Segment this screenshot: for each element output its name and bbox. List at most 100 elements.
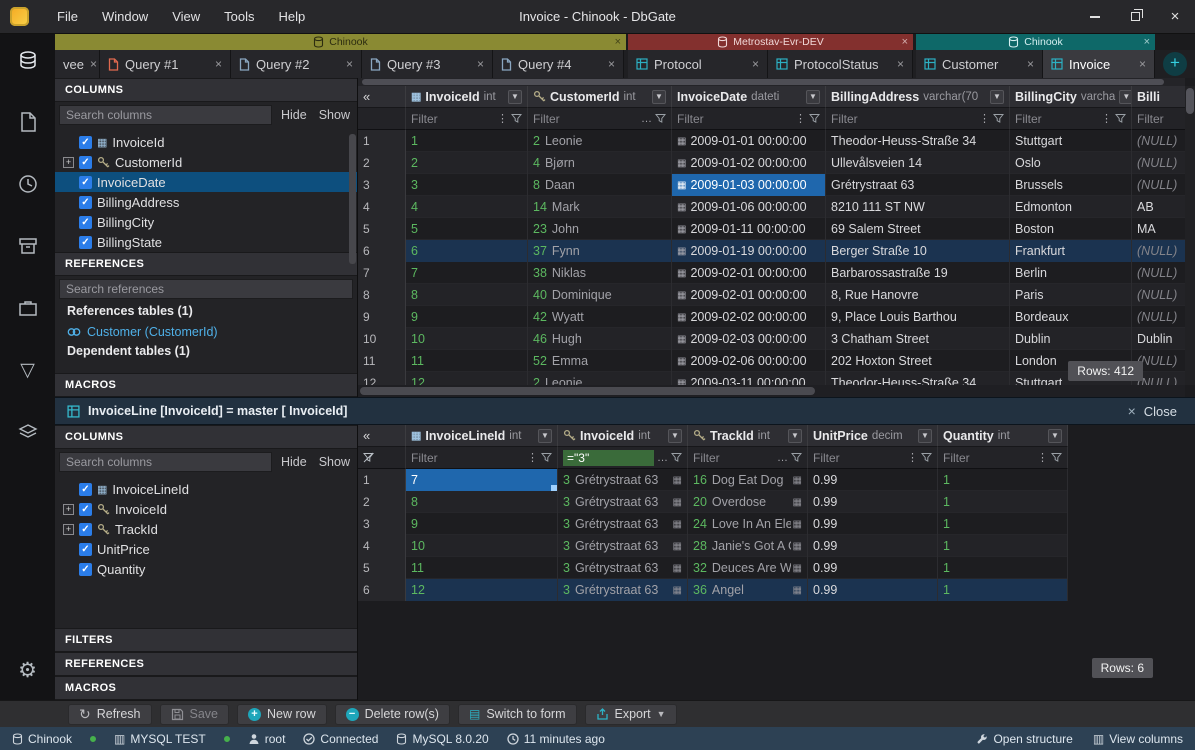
macros-section-header[interactable]: MACROS — [55, 373, 357, 397]
cell-billi[interactable]: MA — [1132, 218, 1185, 240]
menu-file[interactable]: File — [47, 5, 88, 28]
tree-item-invoicelineid[interactable]: + ✓ ▦ InvoiceLineId — [55, 479, 357, 499]
filters-section-header[interactable]: FILTERS — [55, 628, 357, 652]
cell-unitprice[interactable]: 0.99 — [808, 513, 938, 535]
cell-billingcity[interactable]: Paris — [1010, 284, 1132, 306]
tab-protocol[interactable]: Protocol × — [628, 50, 768, 78]
cell-billi[interactable]: AB — [1132, 196, 1185, 218]
reference-link-customer[interactable]: Customer (CustomerId) — [55, 322, 357, 342]
view-columns-button[interactable]: ▥ View columns — [1093, 732, 1183, 746]
open-reference-icon[interactable]: ▦ — [673, 497, 682, 508]
tree-item-trackid[interactable]: + ✓ TrackId — [55, 519, 357, 539]
show-columns-button[interactable]: Show — [316, 453, 353, 471]
checkbox-checked-icon[interactable]: ✓ — [79, 176, 92, 189]
row-number[interactable]: 9 — [358, 306, 406, 328]
cell-billingcity[interactable]: Frankfurt — [1010, 240, 1132, 262]
cell-customerid[interactable]: 23John — [528, 218, 672, 240]
cell-invoiceid[interactable]: 1 — [406, 130, 528, 152]
cell-invoiceid[interactable]: 11 — [406, 350, 528, 372]
column-menu-chevron-icon[interactable]: ▼ — [538, 429, 552, 443]
cell-customerid[interactable]: 4Bjørn — [528, 152, 672, 174]
cell-invoiceid[interactable]: 12 — [406, 372, 528, 385]
close-button[interactable]: × — [1155, 0, 1195, 33]
open-reference-icon[interactable]: ▦ — [673, 541, 682, 552]
checkbox-checked-icon[interactable]: ✓ — [79, 236, 92, 249]
checkbox-checked-icon[interactable]: ✓ — [79, 196, 92, 209]
cell-billingaddress[interactable]: 8, Rue Hanovre — [826, 284, 1010, 306]
cell-billingaddress[interactable]: Ullevålsveien 14 — [826, 152, 1010, 174]
cell-invoiceid[interactable]: 5 — [406, 218, 528, 240]
row-number[interactable]: 4 — [358, 196, 406, 218]
close-icon[interactable]: × — [752, 57, 759, 71]
cell-trackid[interactable]: 28Janie's Got A Gun▦ — [688, 535, 808, 557]
row-number[interactable]: 12 — [358, 372, 406, 385]
menu-view[interactable]: View — [162, 5, 210, 28]
open-reference-icon[interactable]: ▦ — [673, 519, 682, 530]
tree-item-billingaddress[interactable]: + ✓ BillingAddress — [55, 192, 357, 212]
cell-invoiceid[interactable]: 3Grétrystraat 63▦ — [558, 469, 688, 491]
column-menu-chevron-icon[interactable]: ▼ — [918, 429, 932, 443]
hide-columns-button[interactable]: Hide — [278, 453, 310, 471]
cell-invoiceid[interactable]: 8 — [406, 284, 528, 306]
archive-icon[interactable] — [14, 232, 42, 260]
tab-query-2[interactable]: Query #2 × — [231, 50, 362, 78]
row-number[interactable]: 5 — [358, 218, 406, 240]
open-reference-icon[interactable]: ▦ — [673, 475, 682, 486]
cell-invoicedate[interactable]: ▦2009-02-03 00:00:00 — [672, 328, 826, 350]
open-reference-icon[interactable]: ▦ — [793, 519, 802, 530]
row-number[interactable]: 11 — [358, 350, 406, 372]
cell-customerid[interactable]: 42Wyatt — [528, 306, 672, 328]
row-number[interactable]: 8 — [358, 284, 406, 306]
row-number[interactable]: 7 — [358, 262, 406, 284]
search-references-input[interactable] — [59, 279, 353, 299]
cell-invoiceid[interactable]: 9 — [406, 306, 528, 328]
hide-columns-button[interactable]: Hide — [278, 106, 310, 124]
tab-group-chinook-queries[interactable]: Chinook × — [55, 34, 626, 50]
macros-section-header[interactable]: MACROS — [55, 676, 357, 700]
filter-menu-icon[interactable]: ⋮ — [907, 451, 918, 464]
maximize-button[interactable] — [1115, 0, 1155, 33]
cell-billingaddress[interactable]: 8210 111 ST NW — [826, 196, 1010, 218]
close-icon[interactable]: × — [1144, 34, 1150, 50]
horizontal-scrollbar[interactable] — [358, 385, 1185, 397]
close-icon[interactable]: × — [1128, 403, 1136, 419]
cell-billingaddress[interactable]: 9, Place Louis Barthou — [826, 306, 1010, 328]
checkbox-checked-icon[interactable]: ✓ — [79, 543, 92, 556]
cell-quantity[interactable]: 1 — [938, 557, 1068, 579]
cell-billi[interactable]: (NULL) — [1132, 174, 1185, 196]
filter-menu-icon[interactable]: ⋮ — [497, 112, 508, 125]
filter-input-quantity[interactable]: Filter ⋮ — [938, 447, 1068, 469]
cell-invoiceid[interactable]: 2 — [406, 152, 528, 174]
cell-quantity[interactable]: 1 — [938, 491, 1068, 513]
close-icon[interactable]: × — [215, 57, 222, 71]
close-icon[interactable]: × — [897, 57, 904, 71]
tab-invoice[interactable]: Invoice × — [1043, 50, 1155, 78]
filter-menu-icon[interactable]: ⋮ — [527, 451, 538, 464]
filter-menu-icon[interactable]: … — [657, 452, 668, 464]
refresh-button[interactable]: ↻ Refresh — [68, 704, 152, 725]
cell-customerid[interactable]: 2Leonie — [528, 130, 672, 152]
column-header-billingcity[interactable]: BillingCityvarcha ▼ — [1010, 86, 1132, 108]
layers-icon[interactable] — [14, 418, 42, 446]
row-number[interactable]: 3 — [358, 513, 406, 535]
cell-invoiceid[interactable]: 3 — [406, 174, 528, 196]
filter-input-invoiceid[interactable]: Filter ⋮ — [406, 108, 528, 130]
collapse-left-panel-button[interactable]: « — [363, 428, 370, 443]
cell-invoicelineid[interactable]: 11 — [406, 557, 558, 579]
open-reference-icon[interactable]: ▦ — [793, 585, 802, 596]
open-structure-button[interactable]: Open structure — [976, 732, 1072, 746]
filter-menu-icon[interactable]: ⋮ — [979, 112, 990, 125]
cell-invoicedate[interactable]: ▦2009-01-06 00:00:00 — [672, 196, 826, 218]
cell-invoicedate[interactable]: ▦2009-02-01 00:00:00 — [672, 262, 826, 284]
column-menu-chevron-icon[interactable]: ▼ — [508, 90, 522, 104]
column-menu-chevron-icon[interactable]: ▼ — [668, 429, 682, 443]
cell-invoicedate[interactable]: ▦2009-01-02 00:00:00 — [672, 152, 826, 174]
close-icon[interactable]: × — [1027, 57, 1034, 71]
checkbox-checked-icon[interactable]: ✓ — [79, 523, 92, 536]
filter-input-trackid[interactable]: Filter … — [688, 447, 808, 469]
new-row-button[interactable]: + New row — [237, 704, 327, 725]
expand-icon[interactable]: + — [63, 157, 74, 168]
close-icon[interactable]: × — [346, 57, 353, 71]
cell-billingcity[interactable]: Dublin — [1010, 328, 1132, 350]
expand-icon[interactable]: + — [63, 504, 74, 515]
